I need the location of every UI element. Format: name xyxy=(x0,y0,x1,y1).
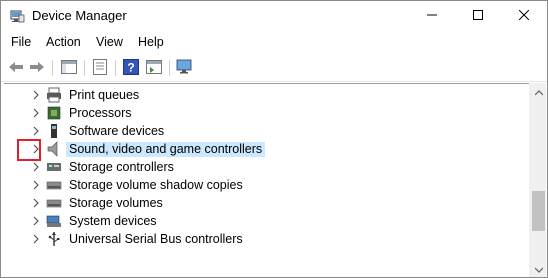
toolbar-separator xyxy=(169,60,170,76)
software-device-icon xyxy=(46,123,62,139)
forward-button[interactable] xyxy=(27,58,47,78)
chevron-right-icon[interactable] xyxy=(30,197,42,209)
scroll-up-button[interactable] xyxy=(530,83,547,100)
chevron-right-icon[interactable] xyxy=(30,233,42,245)
chevron-right-icon[interactable] xyxy=(30,107,42,119)
scan-hardware-button[interactable] xyxy=(175,58,195,78)
arrow-right-icon xyxy=(29,60,45,77)
maximize-button[interactable] xyxy=(455,1,501,31)
tree-item-print-queues[interactable]: Print queues xyxy=(4,86,529,104)
tree-item-software-devices[interactable]: Software devices xyxy=(4,122,529,140)
close-button[interactable] xyxy=(501,1,547,31)
speaker-icon xyxy=(46,141,62,157)
back-button[interactable] xyxy=(6,58,26,78)
processor-icon xyxy=(46,105,62,121)
chevron-down-icon xyxy=(534,262,543,276)
chevron-up-icon xyxy=(534,85,543,99)
tree-item-label: Storage volumes xyxy=(69,196,163,210)
window-title: Device Manager xyxy=(32,8,127,23)
toolbar-separator xyxy=(84,60,85,76)
scroll-thumb[interactable] xyxy=(532,191,545,231)
highlight-box xyxy=(17,139,41,161)
menu-view[interactable]: View xyxy=(96,35,123,49)
chevron-right-icon[interactable] xyxy=(30,125,42,137)
drive-icon xyxy=(46,195,62,211)
system-device-icon xyxy=(46,213,62,229)
help-icon: ? xyxy=(123,58,139,78)
tree-item-system-devices[interactable]: System devices xyxy=(4,212,529,230)
tree-item-storage-volume-shadow-copies[interactable]: Storage volume shadow copies xyxy=(4,176,529,194)
maximize-icon xyxy=(473,9,483,23)
tree-item-label: System devices xyxy=(69,214,157,228)
tree-item-storage-controllers[interactable]: Storage controllers xyxy=(4,158,529,176)
toolbar-separator xyxy=(52,60,53,76)
action-pane-icon xyxy=(146,59,162,77)
action-pane-button[interactable] xyxy=(144,58,164,78)
tree-item-label: Processors xyxy=(69,106,132,120)
vertical-scrollbar[interactable] xyxy=(529,83,546,277)
properties-button[interactable] xyxy=(90,58,110,78)
tree-item-label: Print queues xyxy=(69,88,140,102)
tree-item-label: Universal Serial Bus controllers xyxy=(69,232,243,246)
console-tree-icon xyxy=(61,59,77,77)
menu-help[interactable]: Help xyxy=(138,35,164,49)
device-tree: Print queues Processors Software devices… xyxy=(4,83,529,277)
drive-icon xyxy=(46,177,62,193)
tree-item-label: Storage volume shadow copies xyxy=(69,178,243,192)
arrow-left-icon xyxy=(8,60,24,77)
tree-item-storage-volumes[interactable]: Storage volumes xyxy=(4,194,529,212)
svg-text:?: ? xyxy=(127,60,134,74)
minimize-button[interactable] xyxy=(409,1,455,31)
tree-item-label: Storage controllers xyxy=(69,160,174,174)
printer-icon xyxy=(46,87,62,103)
properties-icon xyxy=(93,58,107,78)
tree-item-label: Sound, video and game controllers xyxy=(66,142,266,157)
usb-icon xyxy=(46,231,62,247)
storage-controller-icon xyxy=(46,159,62,175)
menu-bar: File Action View Help xyxy=(1,31,547,53)
help-button[interactable]: ? xyxy=(121,58,141,78)
close-icon xyxy=(518,9,530,23)
title-bar: Device Manager xyxy=(1,1,547,31)
show-hide-console-tree-button[interactable] xyxy=(59,58,79,78)
chevron-right-icon[interactable] xyxy=(30,89,42,101)
chevron-right-icon[interactable] xyxy=(30,215,42,227)
chevron-right-icon[interactable] xyxy=(30,179,42,191)
menu-action[interactable]: Action xyxy=(46,35,81,49)
device-manager-icon xyxy=(9,8,25,24)
minimize-icon xyxy=(427,9,437,23)
device-manager-window: Device Manager File Action View Help ? P… xyxy=(0,0,548,278)
toolbar: ? xyxy=(1,54,547,82)
toolbar-separator xyxy=(115,60,116,76)
tree-item-sound-video-game-controllers[interactable]: Sound, video and game controllers xyxy=(4,140,529,158)
tree-item-usb-controllers[interactable]: Universal Serial Bus controllers xyxy=(4,230,529,248)
scroll-down-button[interactable] xyxy=(530,260,547,277)
tree-item-label: Software devices xyxy=(69,124,165,138)
monitor-icon xyxy=(176,59,194,78)
menu-file[interactable]: File xyxy=(11,35,31,49)
chevron-right-icon[interactable] xyxy=(30,161,42,173)
tree-item-processors[interactable]: Processors xyxy=(4,104,529,122)
